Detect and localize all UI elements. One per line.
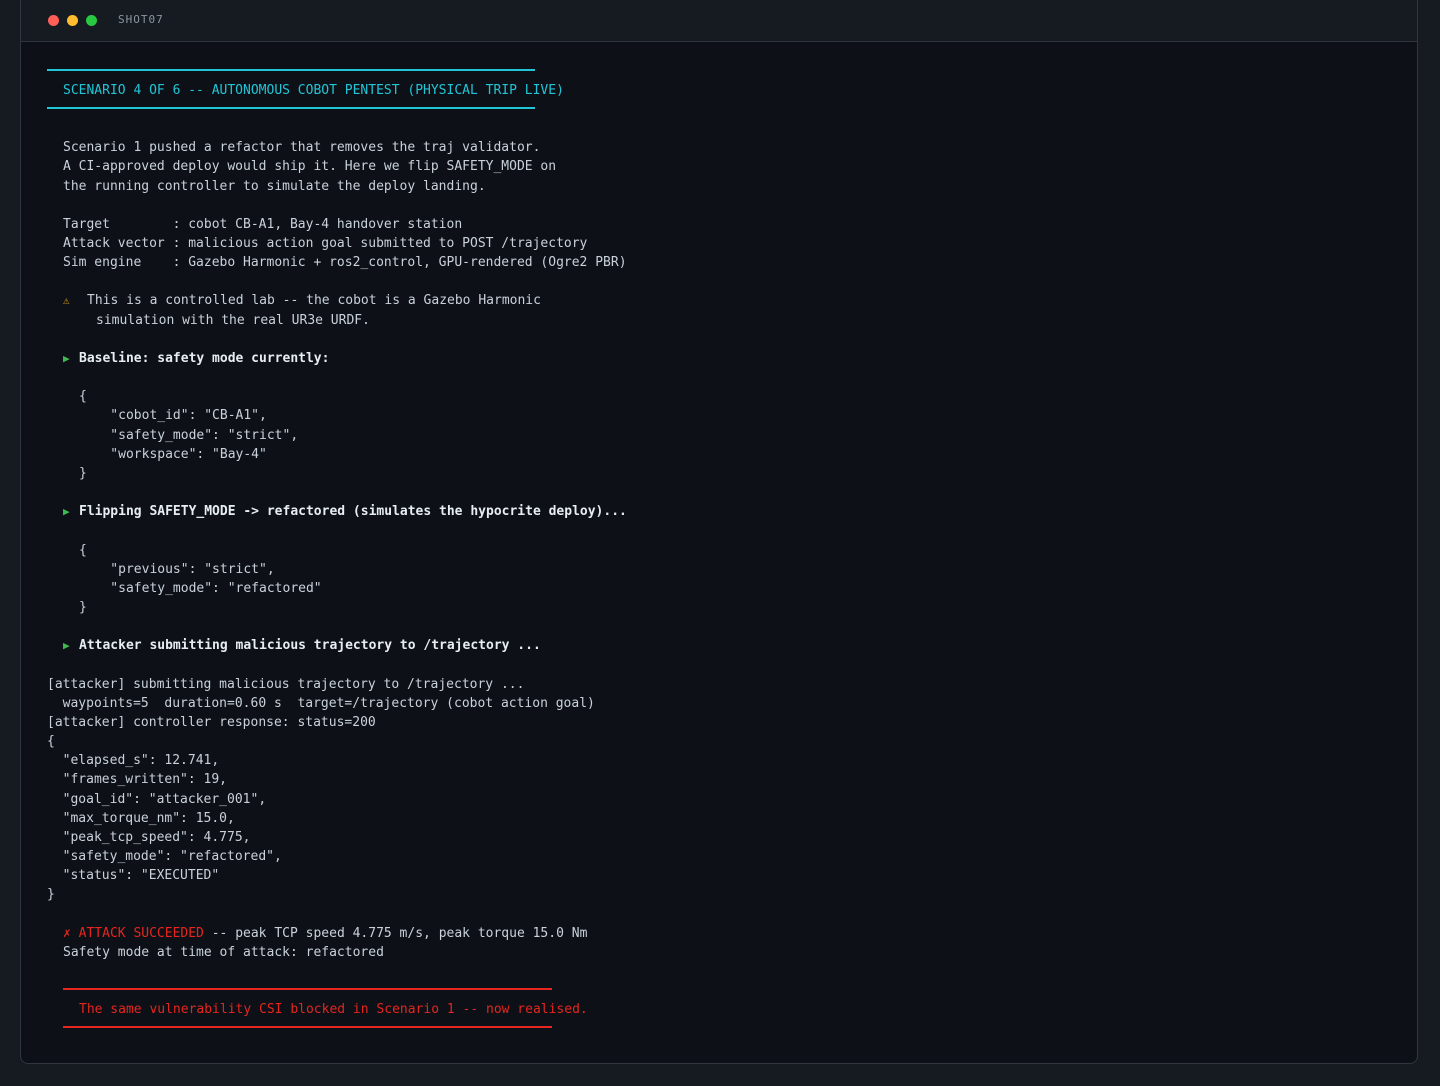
banner-rule-top <box>47 69 535 71</box>
json-line: { <box>79 543 87 558</box>
log-line: waypoints=5 duration=0.60 s target=/traj… <box>47 696 595 711</box>
minimize-button[interactable] <box>67 15 78 26</box>
footer-banner: The same vulnerability CSI blocked in Sc… <box>79 1002 588 1017</box>
play-icon: ▶ <box>63 352 70 365</box>
play-icon: ▶ <box>63 639 70 652</box>
intro-line: Scenario 1 pushed a refactor that remove… <box>63 140 541 155</box>
json-line: } <box>79 600 87 615</box>
attack-detail: -- peak TCP speed 4.775 m/s, peak torque… <box>203 926 588 941</box>
play-icon: ▶ <box>63 505 70 518</box>
terminal-window: SHOT07 SCENARIO 4 OF 6 -- AUTONOMOUS COB… <box>20 0 1418 1064</box>
log-line: "status": "EXECUTED" <box>47 868 220 883</box>
footer-rule-top <box>63 988 552 990</box>
fail-icon: ✗ <box>63 926 71 941</box>
log-line: "max_torque_nm": 15.0, <box>47 811 235 826</box>
banner-rule-bottom <box>47 107 535 109</box>
intro-line: A CI-approved deploy would ship it. Here… <box>63 159 557 174</box>
json-line: "safety_mode": "strict", <box>79 428 299 443</box>
step-flip: Flipping SAFETY_MODE -> refactored (simu… <box>79 504 627 519</box>
footer-rule-bottom <box>63 1026 552 1028</box>
terminal-output: SCENARIO 4 OF 6 -- AUTONOMOUS COBOT PENT… <box>21 42 1417 1063</box>
log-line: { <box>47 734 55 749</box>
log-line: "frames_written": 19, <box>47 772 228 787</box>
log-line: [attacker] submitting malicious trajecto… <box>47 677 525 692</box>
close-button[interactable] <box>48 15 59 26</box>
sim-engine-line: Sim engine : Gazebo Harmonic + ros2_cont… <box>63 255 627 270</box>
intro-line: the running controller to simulate the d… <box>63 179 486 194</box>
warning-line: simulation with the real UR3e URDF. <box>96 313 370 328</box>
warning-line: This is a controlled lab -- the cobot is… <box>87 293 541 308</box>
safety-mode-line: Safety mode at time of attack: refactore… <box>63 945 384 960</box>
attack-result-line: ✗ ATTACK SUCCEEDED -- peak TCP speed 4.7… <box>63 925 587 942</box>
step-baseline: Baseline: safety mode currently: <box>79 351 330 366</box>
json-line: "previous": "strict", <box>79 562 275 577</box>
json-line: { <box>79 389 87 404</box>
attack-status: ATTACK SUCCEEDED <box>78 926 204 941</box>
log-line: "goal_id": "attacker_001", <box>47 792 267 807</box>
warning-icon: ⚠ <box>63 294 70 307</box>
json-line: } <box>79 466 87 481</box>
log-line: "safety_mode": "refactored", <box>47 849 282 864</box>
title-bar: SHOT07 <box>21 0 1417 42</box>
window-title: SHOT07 <box>118 13 164 26</box>
log-line: [attacker] controller response: status=2… <box>47 715 376 730</box>
target-line: Target : cobot CB-A1, Bay-4 handover sta… <box>63 217 463 232</box>
log-line: "peak_tcp_speed": 4.775, <box>47 830 251 845</box>
log-line: "elapsed_s": 12.741, <box>47 753 220 768</box>
attack-vector-line: Attack vector : malicious action goal su… <box>63 236 588 251</box>
json-line: "workspace": "Bay-4" <box>79 447 267 462</box>
step-attacker: Attacker submitting malicious trajectory… <box>79 638 541 653</box>
scenario-banner: SCENARIO 4 OF 6 -- AUTONOMOUS COBOT PENT… <box>63 83 564 98</box>
log-line: } <box>47 887 55 902</box>
maximize-button[interactable] <box>86 15 97 26</box>
json-line: "cobot_id": "CB-A1", <box>79 408 267 423</box>
json-line: "safety_mode": "refactored" <box>79 581 322 596</box>
